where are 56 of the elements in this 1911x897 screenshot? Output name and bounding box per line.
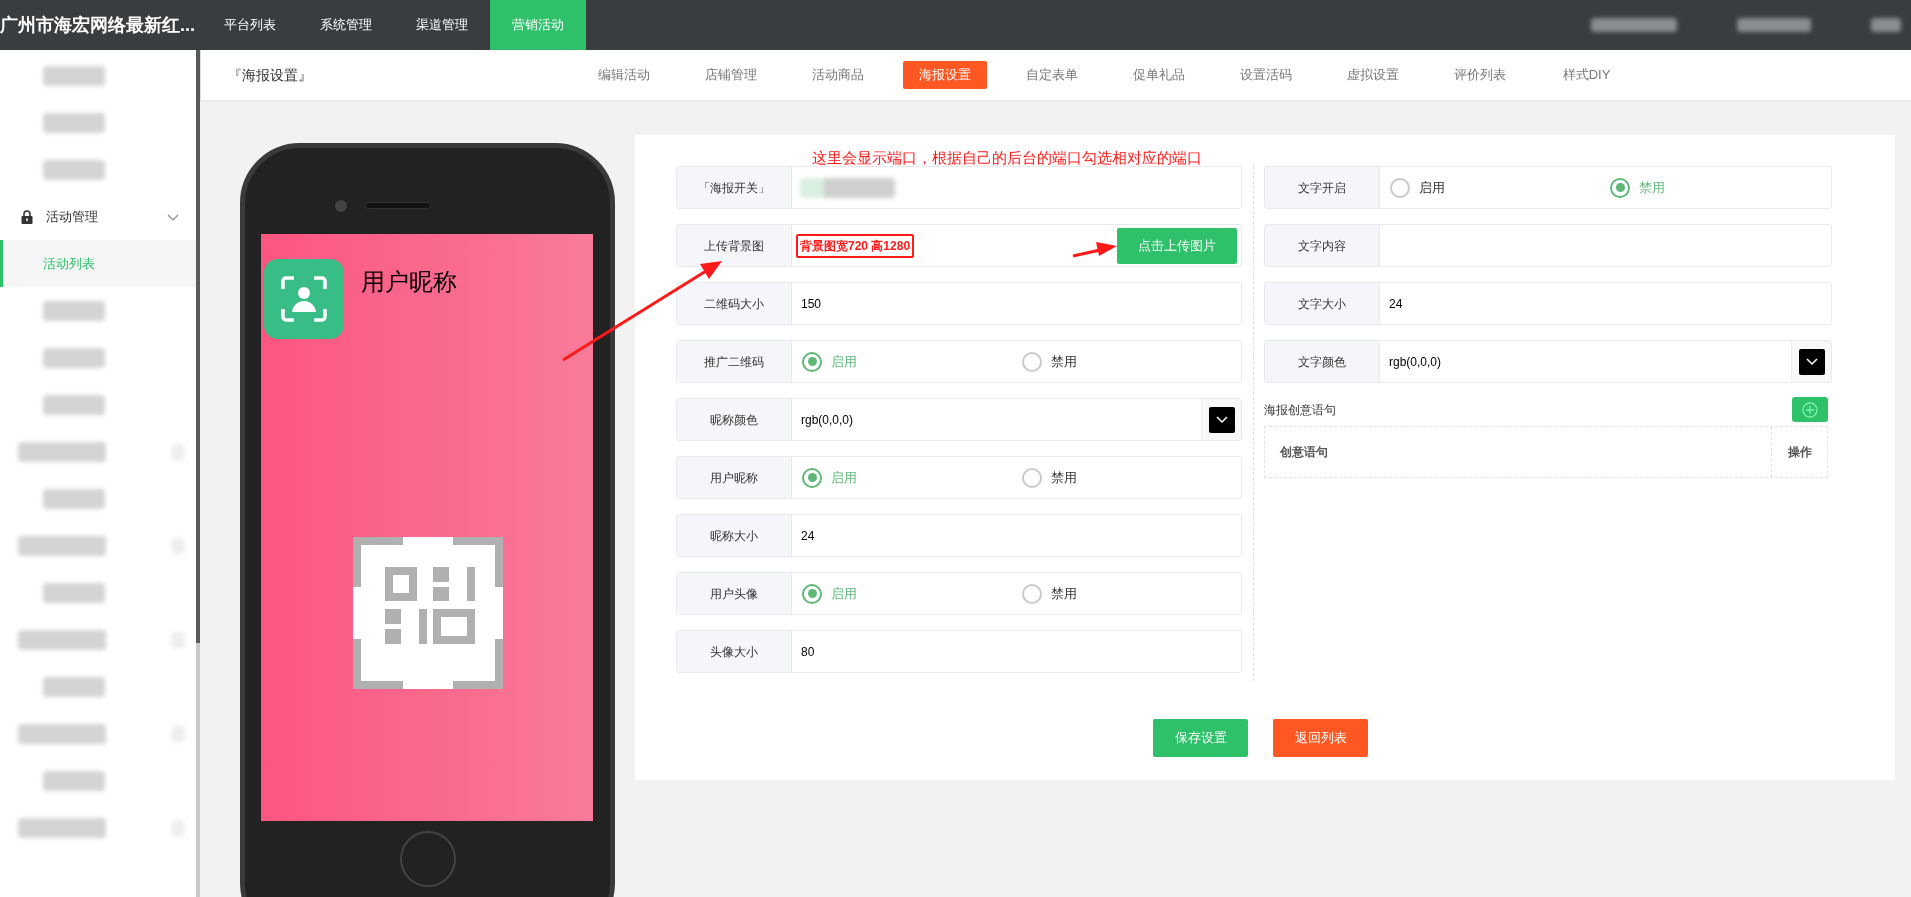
- camera-icon: [335, 200, 347, 212]
- lock-icon: [20, 209, 34, 224]
- blurred-text: [43, 488, 105, 509]
- tab[interactable]: 虚拟设置: [1330, 61, 1415, 89]
- radio-button[interactable]: 禁用: [1610, 177, 1830, 198]
- blurred-text: [43, 582, 105, 603]
- tab[interactable]: 设置活码: [1223, 61, 1308, 89]
- tab[interactable]: 海报设置: [902, 61, 987, 89]
- avatar-icon: [264, 259, 344, 339]
- blurred-text: [43, 394, 105, 415]
- tab[interactable]: 样式DIY: [1546, 61, 1627, 89]
- blurred-text: [43, 770, 105, 791]
- blurred-text: [43, 676, 105, 697]
- radio-button[interactable]: 禁用: [1021, 351, 1241, 372]
- nav-tab[interactable]: 平台列表: [202, 0, 298, 50]
- sidebar-item[interactable]: 活动管理: [0, 193, 196, 240]
- field-label: 文字开启: [1265, 167, 1380, 208]
- scrollbar[interactable]: [196, 50, 200, 897]
- app-title: 广州市海宏网络最新红...: [0, 13, 195, 37]
- radio-button[interactable]: 禁用: [1021, 583, 1241, 604]
- plus-icon: [1802, 401, 1818, 418]
- blurred-text: [43, 300, 105, 321]
- radio-button[interactable]: 禁用: [1021, 467, 1241, 488]
- blurred-text: [43, 159, 105, 180]
- section-title: 海报创意语句: [1264, 401, 1336, 419]
- nav-tab[interactable]: 系统管理: [298, 0, 394, 50]
- radio-button[interactable]: 启用: [802, 351, 1022, 372]
- tab[interactable]: 自定表单: [1009, 61, 1094, 89]
- blurred-text: [43, 347, 105, 368]
- radio-button[interactable]: 启用: [1390, 177, 1610, 198]
- tab[interactable]: 促单礼品: [1116, 61, 1201, 89]
- nickname-text: 用户昵称: [361, 267, 457, 297]
- annotation-text: 这里会显示端口，根据自己的后台的端口勾选相对应的端口: [812, 148, 1202, 168]
- tab[interactable]: 店铺管理: [688, 61, 773, 89]
- tab[interactable]: 活动商品: [795, 61, 880, 89]
- page-title: 『海报设置』: [228, 65, 313, 85]
- column-header: 创意语句: [1279, 444, 1329, 461]
- radio-button[interactable]: 启用: [802, 467, 1022, 488]
- radio-button[interactable]: 启用: [802, 583, 1022, 604]
- blurred-text: [43, 112, 105, 133]
- qr-code-icon: [353, 537, 503, 689]
- nav-tab[interactable]: 渠道管理: [394, 0, 490, 50]
- arrow: [1072, 242, 1117, 258]
- blurred-text: [43, 65, 105, 86]
- blurred-text: [1871, 18, 1901, 32]
- field-label: 「海报开关」: [677, 167, 792, 208]
- field-label: 上传背景图: [677, 225, 792, 266]
- field-label: 用户头像: [677, 573, 792, 614]
- hint-text: 背景图宽720 高1280: [796, 233, 915, 258]
- speaker-icon: [365, 202, 431, 209]
- tab[interactable]: 编辑活动: [581, 61, 666, 89]
- tab[interactable]: 评价列表: [1437, 61, 1522, 89]
- field-label: 用户昵称: [677, 457, 792, 498]
- back-button[interactable]: 返回列表: [1273, 719, 1368, 757]
- field-label: 推广二维码: [677, 341, 792, 382]
- column-header: 操作: [1771, 427, 1827, 477]
